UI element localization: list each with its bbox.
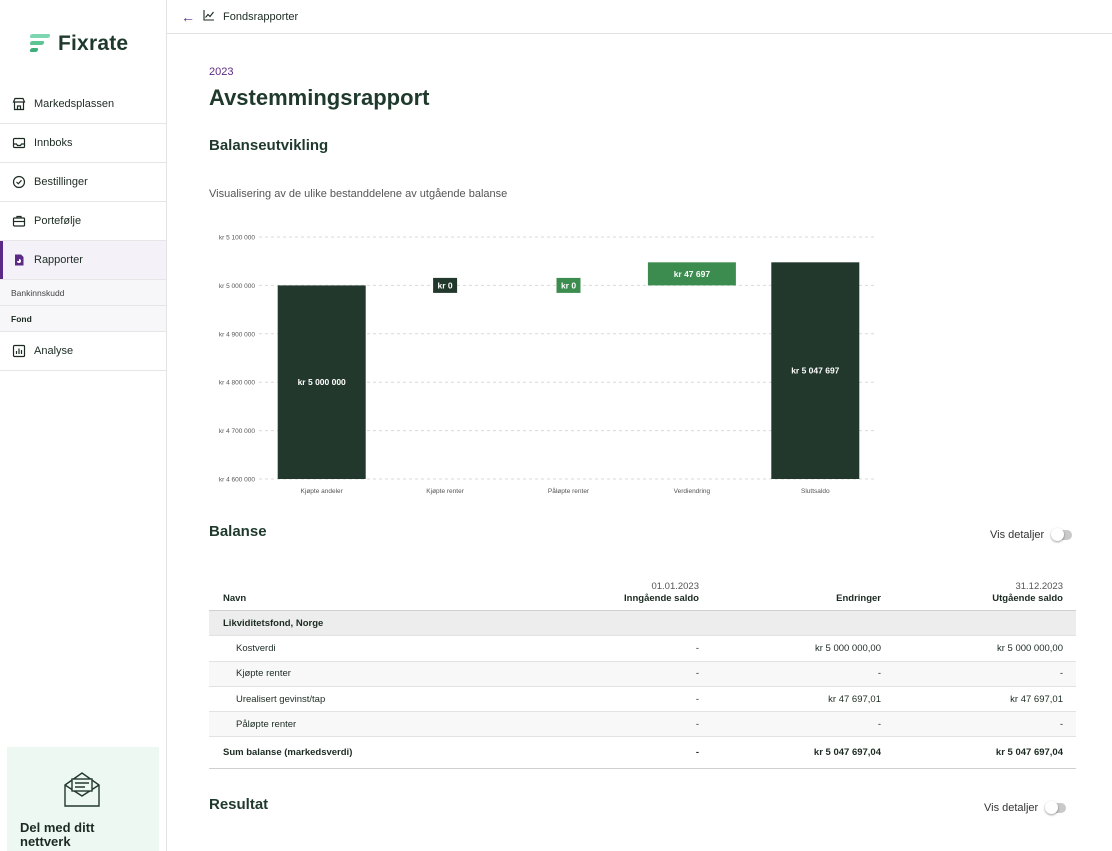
analytics-icon	[12, 344, 26, 358]
balance-waterfall-chart: kr 4 600 000 kr 4 700 000 kr 4 800 000 kr 4…	[219, 235, 874, 495]
row-name: Påløpte renter	[236, 718, 297, 730]
section-title-result: Resultat	[209, 796, 269, 813]
result-details-toggle[interactable]: Vis detaljer	[984, 801, 1067, 814]
row-change: kr 47 697,01	[828, 693, 881, 705]
y-tick-label: kr 5 000 000	[219, 283, 256, 290]
section-title-chart: Balanseutvikling	[209, 137, 329, 154]
toggle-label: Vis detaljer	[990, 529, 1045, 541]
col-header-in-date: 01.01.2023	[651, 581, 699, 592]
row-out: -	[1059, 718, 1063, 730]
x-tick-label: Sluttsaldo	[801, 488, 830, 495]
sum-out: kr 5 047 697,04	[995, 747, 1063, 759]
logo[interactable]: Fixrate	[29, 32, 129, 56]
col-header-in: Inngående saldo	[624, 593, 699, 604]
row-in: -	[695, 693, 699, 705]
inbox-icon	[12, 136, 26, 150]
x-tick-label: Påløpte renter	[548, 487, 590, 495]
x-tick-label: Verdiendring	[674, 488, 711, 495]
check-circle-icon	[12, 175, 26, 189]
col-header-change: Endringer	[836, 593, 881, 604]
row-out: kr 47 697,01	[1010, 693, 1063, 705]
data-label: kr 5 047 697	[791, 366, 839, 376]
row-out: kr 5 000 000,00	[996, 642, 1063, 654]
report-year: 2023	[209, 66, 234, 78]
data-label: kr 0	[438, 280, 453, 290]
sidebar-item-label: Portefølje	[34, 215, 82, 227]
row-in: -	[695, 642, 699, 654]
group-name: Likviditetsfond, Norge	[223, 617, 324, 629]
sidebar-item-label: Rapporter	[34, 254, 83, 266]
row-change: kr 5 000 000,00	[814, 642, 881, 654]
sidebar-item-bestillinger[interactable]: Bestillinger	[0, 163, 166, 202]
y-tick-label: kr 4 800 000	[219, 380, 256, 387]
sum-name: Sum balanse (markedsverdi)	[223, 747, 353, 759]
brand-name: Fixrate	[58, 32, 129, 55]
data-label: kr 0	[561, 280, 576, 290]
y-tick-label: kr 4 900 000	[219, 331, 256, 338]
y-tick-label: kr 5 100 000	[219, 235, 256, 242]
row-name: Urealisert gevinst/tap	[236, 693, 326, 705]
toggle-switch[interactable]	[1051, 528, 1073, 541]
toggle-switch[interactable]	[1045, 801, 1067, 814]
table-row: Påløpte renter - - -	[209, 712, 1076, 738]
section-title-balance: Balanse	[209, 523, 267, 540]
page-title: Avstemmingsrapport	[209, 85, 430, 110]
table-row: Urealisert gevinst/tap - kr 47 697,01 kr…	[209, 687, 1076, 713]
row-name: Kjøpte renter	[236, 668, 291, 680]
row-in: -	[695, 668, 699, 680]
table-row: Kjøpte renter - - -	[209, 661, 1076, 687]
col-header-name: Navn	[223, 593, 247, 604]
chart-line-icon	[203, 9, 215, 24]
sum-in: -	[695, 747, 699, 759]
sidebar: Fixrate Markedsplassen Innboks Bestillin…	[0, 0, 167, 851]
data-label: kr 47 697	[674, 269, 711, 279]
balance-table: Navn 01.01.2023 Inngående saldo Endringe…	[209, 578, 1076, 770]
sidebar-nav: Markedsplassen Innboks Bestillinger Port…	[0, 85, 166, 371]
row-out: -	[1059, 668, 1063, 680]
table-group-row: Likviditetsfond, Norge	[209, 611, 1076, 637]
table-row: Kostverdi - kr 5 000 000,00 kr 5 000 000…	[209, 636, 1076, 662]
x-tick-label: Kjøpte andeler	[301, 488, 344, 495]
y-tick-label: kr 4 600 000	[219, 477, 256, 484]
row-name: Kostverdi	[236, 642, 276, 654]
report-icon	[12, 253, 26, 267]
balance-details-toggle[interactable]: Vis detaljer	[990, 528, 1073, 541]
chart-description: Visualisering av de ulike bestanddelene …	[209, 188, 508, 200]
fixrate-logo-icon	[29, 34, 52, 54]
sidebar-item-label: Bestillinger	[34, 176, 88, 188]
x-tick-label: Kjøpte renter	[426, 488, 464, 495]
sidebar-item-portefolje[interactable]: Portefølje	[0, 202, 166, 241]
col-header-out: Utgående saldo	[992, 593, 1063, 604]
row-change: -	[877, 668, 881, 680]
sidebar-subitem-fond[interactable]: Fond	[0, 306, 166, 332]
sidebar-item-markedsplassen[interactable]: Markedsplassen	[0, 85, 166, 124]
share-promo-card[interactable]: Del med ditt nettverk	[7, 747, 159, 851]
sidebar-item-label: Analyse	[34, 345, 74, 357]
sidebar-item-rapporter[interactable]: Rapporter	[0, 241, 166, 280]
store-icon	[12, 97, 26, 111]
sum-change: kr 5 047 697,04	[813, 747, 881, 759]
sidebar-item-label: Innboks	[34, 137, 73, 149]
table-sum-row: Sum balanse (markedsverdi) - kr 5 047 69…	[209, 737, 1076, 770]
row-change: -	[877, 718, 881, 730]
data-label: kr 5 000 000	[298, 377, 346, 387]
table-header: Navn 01.01.2023 Inngående saldo Endringe…	[209, 578, 1076, 611]
briefcase-icon	[12, 214, 26, 228]
row-in: -	[695, 718, 699, 730]
toggle-label: Vis detaljer	[984, 802, 1039, 814]
top-bar: ← Fondsrapporter	[167, 0, 1112, 34]
back-arrow-icon[interactable]: ←	[181, 9, 195, 25]
y-tick-label: kr 4 700 000	[219, 428, 256, 435]
col-header-out-date: 31.12.2023	[1015, 581, 1063, 592]
sidebar-subitem-bankinnskudd[interactable]: Bankinnskudd	[0, 280, 166, 306]
sidebar-item-analyse[interactable]: Analyse	[0, 332, 166, 371]
promo-text: Del med ditt nettverk	[20, 820, 95, 849]
sidebar-item-innboks[interactable]: Innboks	[0, 124, 166, 163]
sidebar-item-label: Markedsplassen	[34, 98, 115, 110]
envelope-icon	[63, 771, 101, 814]
breadcrumb[interactable]: Fondsrapporter	[223, 11, 298, 23]
